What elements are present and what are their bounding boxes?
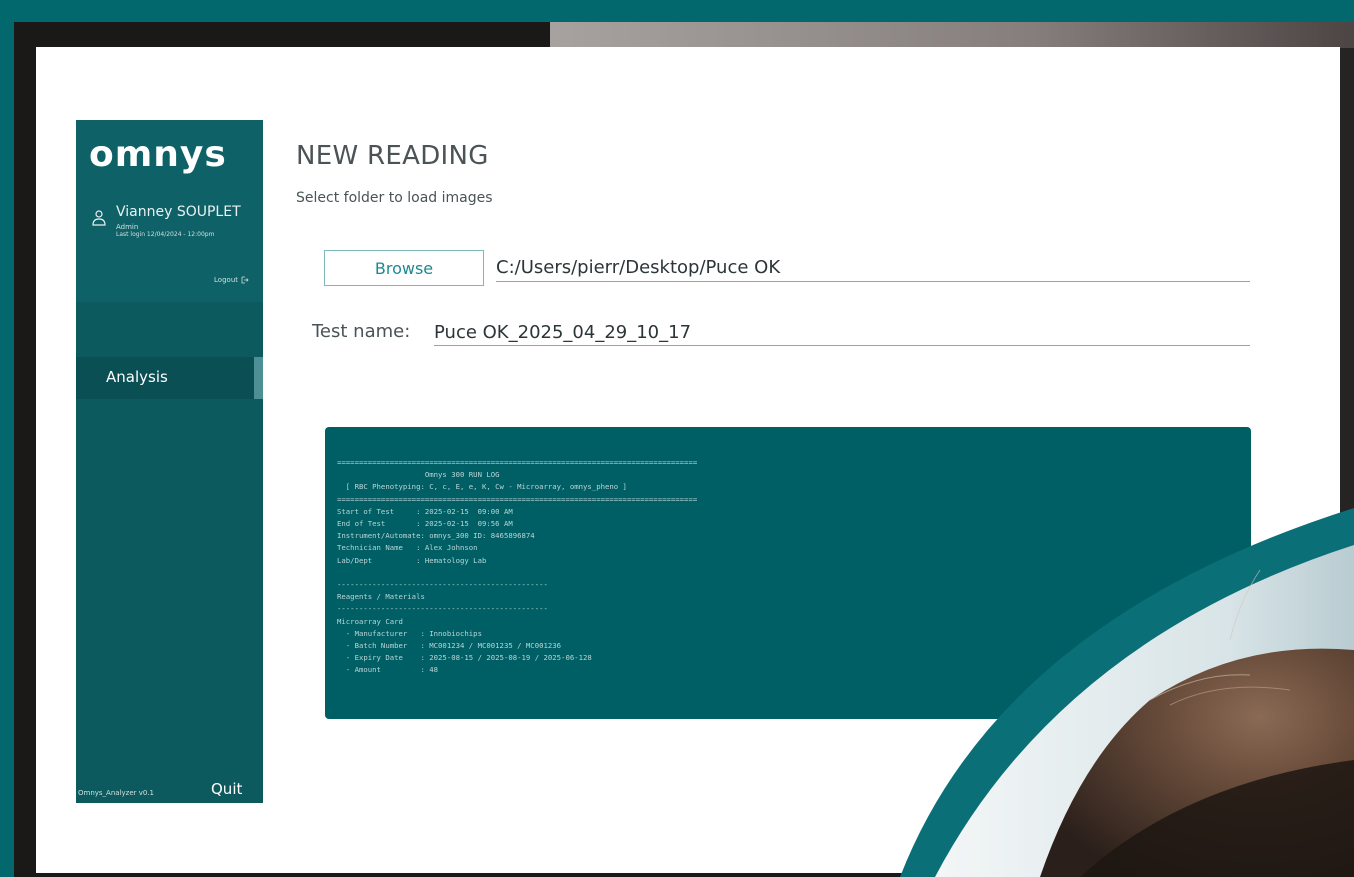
user-icon — [92, 210, 106, 226]
user-role: Admin — [116, 223, 139, 231]
logout-label: Logout — [214, 276, 238, 284]
sidebar-header: omnys Vianney SOUPLET Admin Last login 1… — [76, 120, 263, 302]
test-name-label: Test name: — [312, 321, 411, 342]
sidebar-item-label: Analysis — [106, 368, 168, 386]
last-login: Last login 12/04/2024 - 12:00pm — [116, 231, 215, 238]
sidebar: omnys Vianney SOUPLET Admin Last login 1… — [76, 120, 263, 803]
quit-button[interactable]: Quit — [211, 780, 242, 798]
frame-top-band — [550, 22, 1354, 48]
app-logo: omnys — [89, 134, 227, 175]
sidebar-footer: Omnys_Analyzer v0.1 Quit — [76, 780, 263, 804]
frame-right-strip — [1340, 48, 1354, 877]
run-log-text: ========================================… — [337, 458, 698, 675]
active-indicator — [254, 357, 263, 399]
app-version: Omnys_Analyzer v0.1 — [78, 789, 155, 797]
test-name-input[interactable]: Puce OK_2025_04_29_10_17 — [434, 321, 1250, 346]
page-subtitle: Select folder to load images — [296, 190, 493, 206]
logout-icon — [241, 276, 249, 284]
run-log-panel[interactable]: ========================================… — [325, 427, 1251, 719]
user-name: Vianney SOUPLET — [116, 204, 241, 220]
folder-path-field[interactable]: C:/Users/pierr/Desktop/Puce OK — [496, 255, 1250, 282]
sidebar-item-analysis[interactable]: Analysis — [76, 357, 263, 399]
page-title: NEW READING — [296, 141, 489, 171]
logout-link[interactable]: Logout — [214, 276, 249, 284]
browse-button[interactable]: Browse — [324, 250, 484, 286]
